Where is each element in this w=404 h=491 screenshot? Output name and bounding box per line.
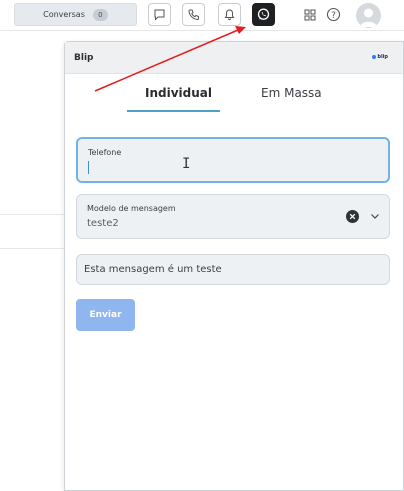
phone-label: Telefone [88,148,122,157]
text-caret [88,161,89,174]
tab-individual[interactable]: Individual [145,86,212,100]
grid-icon[interactable] [298,3,321,26]
bell-icon[interactable] [218,3,241,26]
background-divider [0,214,64,215]
conversas-button[interactable]: Conversas 0 [14,3,137,26]
blip-logo: blip [372,54,388,60]
template-label: Modelo de mensagem [87,204,176,213]
active-tab-indicator [127,110,220,112]
panel-title: Blip [74,53,94,63]
text-cursor-icon: I [182,156,191,172]
avatar-icon[interactable] [356,3,381,28]
template-value: teste2 [87,218,119,229]
tab-em-massa[interactable]: Em Massa [261,86,322,100]
message-field[interactable]: Esta mensagem é um teste [76,254,390,285]
send-button[interactable]: Enviar [76,299,135,331]
svg-text:?: ? [331,11,336,21]
top-toolbar: Conversas 0 ? [0,0,404,31]
blip-panel: Blip blip Individual Em Massa Telefone I… [64,41,404,491]
help-icon[interactable]: ? [322,3,345,26]
template-select[interactable]: Modelo de mensagem teste2 [76,194,390,239]
phone-icon[interactable] [182,3,205,26]
conversas-count-badge: 0 [92,8,108,21]
chat-bubble-icon[interactable] [148,3,171,26]
clear-icon[interactable] [346,210,359,223]
message-text: Esta mensagem é um teste [84,264,222,275]
whatsapp-icon[interactable] [252,3,275,26]
conversas-label: Conversas [43,10,85,19]
panel-header: Blip blip [65,42,403,74]
logo-dot [372,55,377,59]
phone-field[interactable]: Telefone I [76,137,390,183]
logo-text: blip [377,54,388,60]
chevron-down-icon[interactable] [369,210,381,222]
background-divider [0,248,64,249]
